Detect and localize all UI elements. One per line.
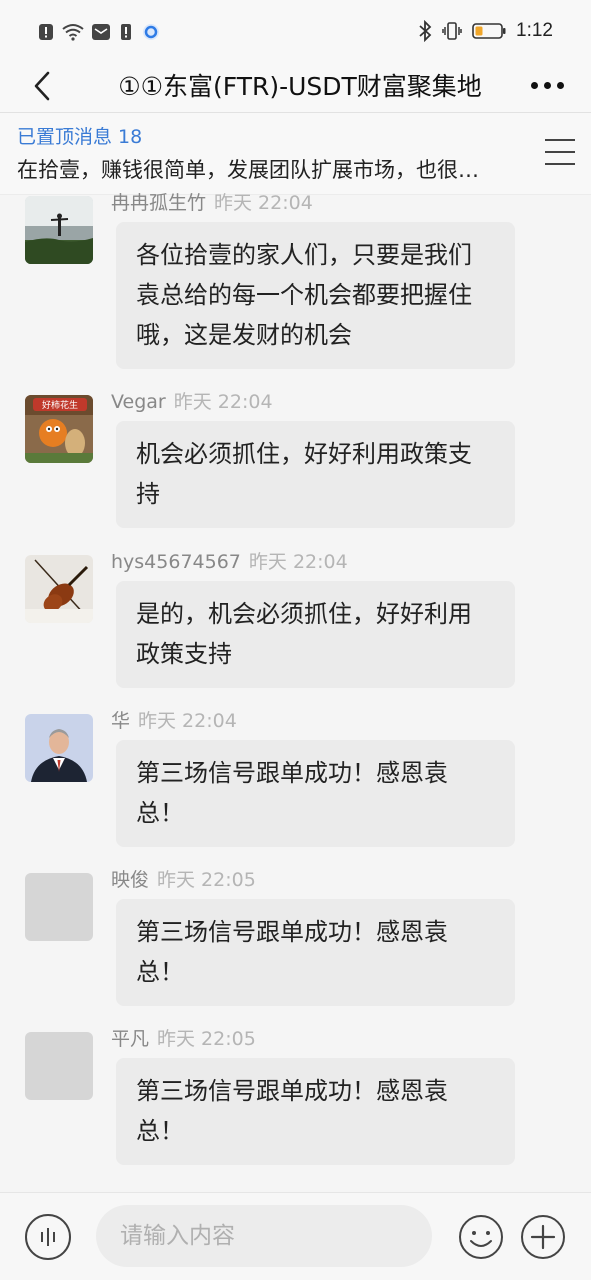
avatar[interactable]	[25, 555, 93, 623]
message-time: 昨天 22:04	[173, 391, 273, 413]
more-icon	[530, 81, 538, 89]
avatar[interactable]: 好柿花生	[25, 395, 93, 463]
message-bubble[interactable]: 是的，机会必须抓住，好好利用政策支持	[116, 581, 515, 688]
voice-icon	[41, 1232, 43, 1242]
sender-name: Vegar	[111, 391, 166, 413]
sender-line: Vegar 昨天 22:04	[111, 387, 273, 414]
avatar[interactable]	[25, 1032, 93, 1100]
more-button[interactable]	[527, 70, 567, 100]
app-icon	[143, 24, 159, 40]
message-bubble[interactable]: 各位拾壹的家人们，只要是我们袁总给的每一个机会都要把握住哦，这是发财的机会	[116, 222, 515, 369]
sender-line: 平凡 昨天 22:05	[111, 1024, 256, 1051]
back-arrow-icon	[34, 71, 50, 101]
voice-button[interactable]	[25, 1214, 71, 1260]
status-bar: 1:12	[0, 0, 591, 64]
sender-name: 华	[111, 710, 131, 732]
message-time: 昨天 22:04	[248, 551, 348, 573]
svg-text:好柿花生: 好柿花生	[42, 399, 78, 411]
chat-title: ①①东富(FTR)-USDT财富聚集地	[118, 72, 482, 101]
avatar[interactable]	[25, 873, 93, 941]
pinned-text: 在拾壹，赚钱很简单，发展团队扩展市场，也很…	[17, 158, 479, 182]
vibrate-icon	[442, 22, 462, 40]
alert-icon	[39, 24, 53, 40]
chat-header: ①①东富(FTR)-USDT财富聚集地	[0, 64, 591, 112]
message-bubble[interactable]: 第三场信号跟单成功！感恩袁总！	[116, 740, 515, 847]
avatar[interactable]	[25, 196, 93, 264]
sender-line: 华昨天 22:04	[111, 706, 237, 733]
emoji-button[interactable]	[458, 1214, 504, 1260]
message-time: 昨天 22:04	[138, 710, 237, 732]
mail-icon	[92, 24, 110, 40]
sender-line: 冉冉孤生竹 昨天 22:04	[111, 188, 313, 215]
back-button[interactable]	[22, 66, 62, 106]
bluetooth-icon	[419, 20, 432, 42]
message-time: 昨天 22:05	[157, 869, 256, 891]
sender-name: 冉冉孤生竹	[111, 192, 207, 214]
alert-icon	[121, 24, 131, 40]
sender-name: 平凡	[111, 1028, 150, 1050]
message-bubble[interactable]: 第三场信号跟单成功！感恩袁总！	[116, 1058, 515, 1165]
menu-icon	[545, 139, 575, 141]
sender-line: 映俊 昨天 22:05	[111, 865, 256, 892]
sender-name: 映俊	[111, 869, 150, 891]
wifi-icon	[62, 24, 84, 41]
pinned-count: 已置顶消息 18	[17, 126, 143, 148]
status-notifications	[38, 22, 160, 42]
avatar[interactable]	[25, 714, 93, 782]
message-bubble[interactable]: 机会必须抓住，好好利用政策支持	[116, 421, 515, 528]
message-input[interactable]	[96, 1205, 432, 1267]
pinned-message-banner[interactable]: 已置顶消息 18 在拾壹，赚钱很简单，发展团队扩展市场，也很…	[0, 113, 591, 195]
message-bubble[interactable]: 第三场信号跟单成功！感恩袁总！	[116, 899, 515, 1006]
status-system: 1:12	[418, 20, 553, 42]
sender-name: hys45674567	[111, 551, 241, 573]
message-time: 昨天 22:04	[214, 192, 313, 214]
status-time: 1:12	[516, 20, 553, 41]
pinned-list-button[interactable]	[545, 139, 575, 165]
battery-icon	[472, 23, 506, 39]
message-time: 昨天 22:05	[157, 1028, 256, 1050]
plus-button[interactable]	[520, 1214, 566, 1260]
sender-line: hys45674567 昨天 22:04	[111, 547, 348, 574]
input-bar	[0, 1192, 591, 1280]
